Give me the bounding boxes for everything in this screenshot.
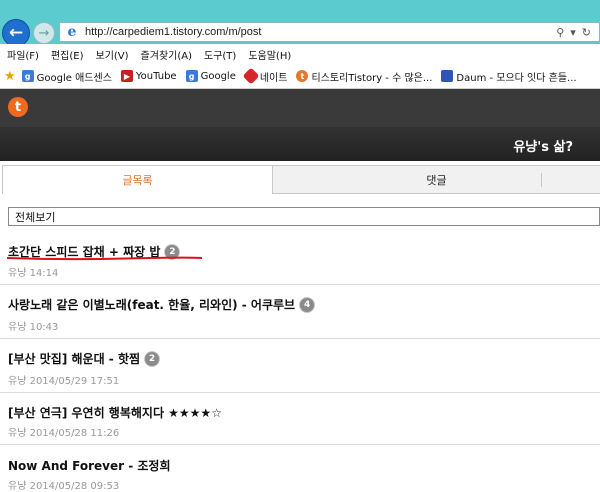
divider	[0, 284, 600, 285]
url-text[interactable]: http://carpediem1.tistory.com/m/post	[85, 26, 556, 38]
youtube-icon: ▶	[120, 70, 133, 82]
post-title[interactable]: [부산 연극] 우연히 행복해지다 ★★★★☆	[8, 404, 222, 421]
browser-toolbar: ← → e http://carpediem1.tistory.com/m/po…	[0, 0, 600, 47]
fav-google[interactable]: g Google	[185, 70, 236, 82]
divider	[0, 338, 600, 339]
tab-comments[interactable]: 댓글	[273, 165, 600, 194]
post-meta: 유냥 2014/05/28 09:53	[8, 481, 120, 492]
blog-title[interactable]: 유냥's 삶?	[513, 136, 573, 155]
fav-nate[interactable]: 네이트	[242, 67, 287, 85]
favorites-star-icon[interactable]: ★	[4, 69, 16, 84]
fav-google-adsense[interactable]: g Google 애드센스	[21, 69, 112, 84]
menu-favorites[interactable]: 즐겨찾기(A)	[141, 47, 192, 62]
category-select[interactable]: 전체보기	[8, 207, 600, 226]
menu-help[interactable]: 도움말(H)	[248, 47, 291, 62]
menu-file[interactable]: 파일(F)	[7, 47, 39, 62]
back-arrow-icon[interactable]: ←	[2, 19, 30, 47]
fav-daum[interactable]: Daum - 모으다 잇다 흔들...	[441, 69, 577, 84]
google-icon: g	[21, 70, 34, 82]
tab-divider	[541, 173, 542, 187]
blog-title-bar: 유냥's 삶?	[0, 127, 600, 161]
tistory-icon: t	[296, 70, 309, 82]
favorites-bar: ★ g Google 애드센스 ▶ YouTube g Google 네이트 t…	[0, 64, 600, 89]
post-meta: 유냥 2014/05/28 11:26	[8, 428, 120, 439]
tab-bar: 글목록 댓글	[0, 161, 600, 194]
menu-view[interactable]: 보기(V)	[96, 47, 129, 62]
post-meta: 유냥 2014/05/29 17:51	[8, 376, 120, 387]
post-title[interactable]: [부산 맛집] 해운대 - 핫찜 2	[8, 350, 160, 367]
divider	[0, 392, 600, 393]
menu-edit[interactable]: 편집(E)	[51, 47, 84, 62]
dropdown-icon[interactable]: ▾	[570, 26, 576, 39]
fav-youtube[interactable]: ▶ YouTube	[120, 70, 177, 82]
menu-tools[interactable]: 도구(T)	[204, 47, 236, 62]
refresh-icon[interactable]: ↻	[582, 26, 591, 39]
google-icon: g	[185, 70, 198, 82]
fav-tistory[interactable]: t 티스토리Tistory - 수 많은...	[296, 69, 432, 84]
tistory-logo-icon[interactable]: t	[8, 97, 28, 117]
tistory-header: t	[0, 89, 600, 127]
red-underline-annotation	[6, 256, 203, 261]
address-bar[interactable]: e http://carpediem1.tistory.com/m/post ⚲…	[59, 22, 600, 42]
post-meta: 유냥 10:43	[8, 322, 59, 333]
search-icon[interactable]: ⚲	[556, 26, 564, 39]
nate-icon	[242, 67, 260, 85]
post-title[interactable]: Now And Forever - 조정희	[8, 457, 171, 474]
comment-count-badge: 2	[145, 351, 160, 366]
comment-count-badge: 4	[300, 297, 315, 312]
divider	[0, 444, 600, 445]
daum-icon	[441, 70, 454, 82]
post-meta: 유냥 14:14	[8, 268, 59, 279]
menu-bar: 파일(F) 편집(E) 보기(V) 즐겨찾기(A) 도구(T) 도움말(H)	[0, 44, 600, 64]
post-title[interactable]: 사랑노래 같은 이별노래(feat. 한율, 리와인) - 어쿠루브 4	[8, 296, 315, 313]
tab-posts[interactable]: 글목록	[2, 165, 273, 194]
ie-logo-icon: e	[67, 24, 77, 40]
forward-arrow-icon[interactable]: →	[33, 22, 55, 44]
